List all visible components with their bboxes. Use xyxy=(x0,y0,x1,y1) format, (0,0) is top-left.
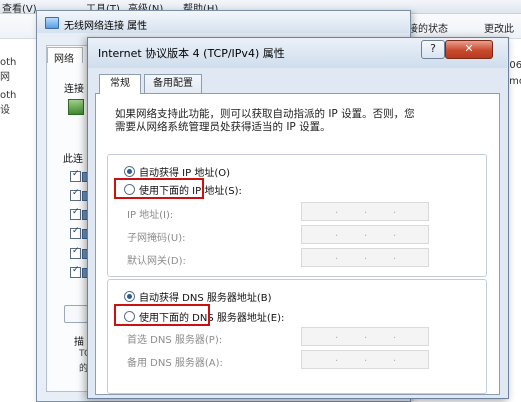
ip-dot: . xyxy=(335,228,339,239)
ip-dot: . xyxy=(393,353,397,364)
tab-network[interactable]: 网络 xyxy=(47,47,83,65)
ip-dot: . xyxy=(335,251,339,262)
toolbar-connection-status[interactable]: 接的状态 xyxy=(408,20,448,35)
ip-address-field[interactable]: . . . xyxy=(301,202,429,221)
item-checkbox-3[interactable] xyxy=(70,207,81,220)
alternate-dns-label: 备用 DNS 服务器(A): xyxy=(127,358,223,369)
ip-dot: . xyxy=(335,205,339,216)
ip-dot: . xyxy=(364,251,368,262)
subnet-mask-field[interactable]: . . . xyxy=(301,225,429,244)
item-checkbox-5[interactable] xyxy=(70,246,81,259)
default-gateway-label: 默认网关(D): xyxy=(127,256,186,267)
item-checkbox-6[interactable] xyxy=(70,265,81,278)
tab-general[interactable]: 常规 xyxy=(99,74,141,94)
ip-address-label: IP 地址(I): xyxy=(127,210,174,221)
connection-device[interactable]: oth 设 xyxy=(0,90,16,116)
preferred-dns-label: 首选 DNS 服务器(P): xyxy=(127,335,223,346)
ip-dot: . xyxy=(335,353,339,364)
dns-auto-radio[interactable] xyxy=(124,291,135,302)
tab-alternate-config[interactable]: 备用配置 xyxy=(144,74,202,93)
ip-dot: . xyxy=(393,330,397,341)
ip-dot: . xyxy=(364,205,368,216)
item-checkbox-2[interactable] xyxy=(70,188,81,201)
menu-view[interactable]: 查看(V) xyxy=(2,0,37,15)
description-group-label: 描 xyxy=(74,337,84,348)
tcpip-title: Internet 协议版本 4 (TCP/IPv4) 属性 xyxy=(98,47,285,60)
item-checkbox-1[interactable] xyxy=(70,169,81,182)
dns-auto-label: 自动获得 DNS 服务器地址(B) xyxy=(139,293,272,304)
connect-using-label: 连接 xyxy=(64,84,84,95)
ip-dot: . xyxy=(335,330,339,341)
connection-name[interactable]: oth 网 xyxy=(0,57,16,83)
tab-network-label: 网络 xyxy=(54,54,74,65)
highlight-ip-manual xyxy=(114,178,204,199)
highlight-dns-manual xyxy=(114,304,210,326)
preferred-dns-field[interactable]: . . . xyxy=(301,327,429,346)
help-button[interactable]: ? xyxy=(421,40,445,59)
ip-dot: . xyxy=(364,330,368,341)
uses-items-label: 此连 xyxy=(63,154,83,165)
ip-dot: . xyxy=(393,251,397,262)
ip-dot: . xyxy=(393,228,397,239)
default-gateway-field[interactable]: . . . xyxy=(301,248,429,267)
close-button[interactable]: ✕ xyxy=(445,40,493,59)
toolbar-change-settings[interactable]: 更改此 xyxy=(484,20,514,35)
ip-dot: . xyxy=(393,205,397,216)
network-adapter-icon xyxy=(45,17,59,29)
adapter-icon xyxy=(68,99,84,115)
ip-dot: . xyxy=(364,353,368,364)
item-checkbox-4[interactable] xyxy=(70,226,81,239)
ip-auto-label: 自动获得 IP 地址(O) xyxy=(139,168,231,179)
ip-dot: . xyxy=(364,228,368,239)
subnet-mask-label: 子网掩码(U): xyxy=(127,233,186,244)
wireless-properties-titlebar[interactable]: 无线网络连接 属性 xyxy=(37,11,409,33)
description-line-2: 需要从网络系统管理员处获得适当的 IP 设置。 xyxy=(115,121,331,133)
alternate-dns-field[interactable]: . . . xyxy=(301,350,429,369)
ip-auto-radio[interactable] xyxy=(124,166,135,177)
install-button[interactable] xyxy=(64,305,88,323)
wireless-properties-title: 无线网络连接 属性 xyxy=(64,21,148,32)
